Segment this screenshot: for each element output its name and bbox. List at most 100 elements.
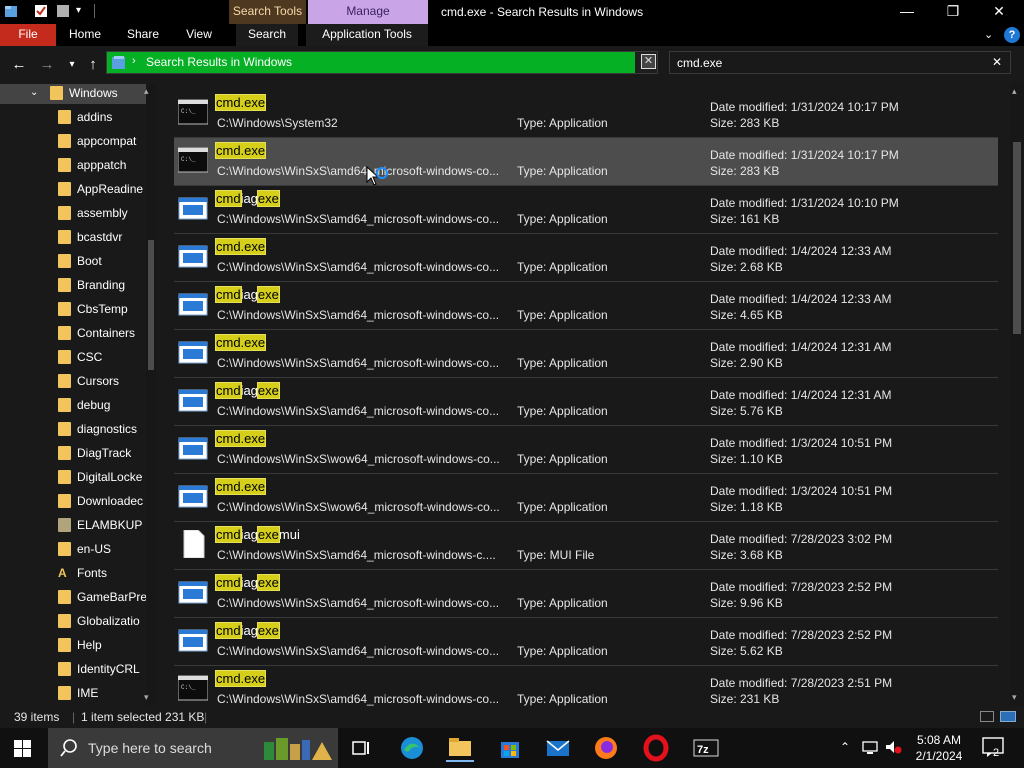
up-button[interactable]: ↑ <box>84 56 102 74</box>
result-row[interactable]: cmdiagexe C:\Windows\WinSxS\amd64_microso… <box>174 618 998 666</box>
result-name[interactable]: cmd.exe <box>214 94 267 111</box>
result-row[interactable]: cmdiagexe C:\Windows\WinSxS\amd64_microso… <box>174 186 998 234</box>
result-name[interactable]: cmdiagexe <box>215 190 280 207</box>
nav-item-windows[interactable]: ⌄ Windows <box>0 84 156 105</box>
edge-browser-icon[interactable] <box>398 734 426 762</box>
stop-search-icon[interactable]: ✕ <box>641 54 656 69</box>
manage-context-tab[interactable]: Manage <box>308 0 428 24</box>
nav-item[interactable]: Downloadec <box>0 489 156 513</box>
result-name[interactable]: cmd.exe <box>214 334 267 351</box>
nav-item[interactable]: apppatch <box>0 153 156 177</box>
tab-application-tools[interactable]: Application Tools <box>306 24 428 46</box>
search-input[interactable]: cmd.exe <box>677 56 722 70</box>
maximize-button[interactable]: ❐ <box>930 0 976 24</box>
taskbar-search-box[interactable]: Type here to search <box>48 728 338 768</box>
results-scrollbar-thumb[interactable] <box>1013 142 1021 334</box>
address-path[interactable]: Search Results in Windows <box>146 55 292 69</box>
back-button[interactable]: ← <box>10 56 28 74</box>
clock-date[interactable]: 2/1/2024 <box>914 749 964 763</box>
result-name[interactable]: cmd.exe <box>214 430 267 447</box>
nav-item[interactable]: Boot <box>0 249 156 273</box>
tab-home[interactable]: Home <box>62 24 108 46</box>
large-icons-view-icon[interactable] <box>1000 711 1016 722</box>
clock-time[interactable]: 5:08 AM <box>914 733 964 747</box>
nav-item[interactable]: GameBarPre <box>0 585 156 609</box>
result-row[interactable]: C:\_ cmd.exe C:\Windows\System32 Type: Appl… <box>174 90 998 138</box>
explorer-icon[interactable] <box>4 4 18 18</box>
mail-icon[interactable] <box>544 734 572 762</box>
result-row[interactable]: C:\_ cmd.exe C:\Windows\WinSxS\amd64_micro… <box>174 666 998 706</box>
nav-item[interactable]: Help <box>0 633 156 657</box>
new-folder-icon[interactable] <box>56 4 70 18</box>
nav-item[interactable]: addins <box>0 105 156 129</box>
nav-item[interactable]: Branding <box>0 273 156 297</box>
nav-item[interactable]: AppReadine <box>0 177 156 201</box>
collapse-chevron-icon[interactable]: ⌄ <box>30 87 38 98</box>
result-row[interactable]: cmdiagexe C:\Windows\WinSxS\amd64_microso… <box>174 378 998 426</box>
nav-item[interactable]: IME <box>0 681 156 705</box>
result-row[interactable]: cmdiagexemui C:\Windows\WinSxS\amd64_micr… <box>174 522 998 570</box>
tab-search[interactable]: Search <box>236 24 298 46</box>
nav-item[interactable]: CbsTemp <box>0 297 156 321</box>
result-row[interactable]: cmd.exe C:\Windows\WinSxS\wow64_microsoft… <box>174 426 998 474</box>
nav-item[interactable]: IdentityCRL <box>0 657 156 681</box>
result-name[interactable]: cmd.exe <box>214 670 267 687</box>
nav-item[interactable]: ELAMBKUP <box>0 513 156 537</box>
nav-scroll-up-icon[interactable]: ▴ <box>144 86 149 97</box>
tab-view[interactable]: View <box>178 24 220 46</box>
breadcrumb-chevron-icon[interactable]: › <box>132 55 136 67</box>
nav-item[interactable]: DigitalLocke <box>0 465 156 489</box>
result-name[interactable]: cmdiagexe <box>215 286 280 303</box>
nav-item[interactable]: assembly <box>0 201 156 225</box>
microsoft-store-icon[interactable] <box>496 734 524 762</box>
minimize-button[interactable]: — <box>884 0 930 24</box>
properties-icon[interactable] <box>34 4 48 18</box>
nav-item[interactable]: bcastdvr <box>0 225 156 249</box>
nav-item[interactable]: CSC <box>0 345 156 369</box>
task-view-icon[interactable] <box>348 734 376 762</box>
address-bar[interactable]: › Search Results in Windows ✕ <box>106 51 658 74</box>
nav-item[interactable]: en-US <box>0 537 156 561</box>
nav-item[interactable]: DiagTrack <box>0 441 156 465</box>
opera-icon[interactable] <box>642 734 670 762</box>
nav-scrollbar-thumb[interactable] <box>148 240 154 370</box>
details-view-icon[interactable] <box>980 711 994 722</box>
nav-item[interactable]: A Fonts <box>0 561 156 585</box>
expand-ribbon-icon[interactable]: ⌄ <box>984 28 993 41</box>
result-name[interactable]: cmdiagexemui <box>215 526 300 543</box>
taskbar-search-placeholder[interactable]: Type here to search <box>88 740 212 756</box>
search-highlights-icon[interactable] <box>264 734 336 762</box>
nav-item[interactable]: Containers <box>0 321 156 345</box>
nav-item[interactable]: Cursors <box>0 369 156 393</box>
results-scroll-down-icon[interactable]: ▾ <box>1012 692 1017 703</box>
tab-share[interactable]: Share <box>120 24 166 46</box>
result-name[interactable]: cmdiagexe <box>215 574 280 591</box>
clear-search-icon[interactable]: ✕ <box>992 55 1002 69</box>
file-explorer-icon[interactable] <box>446 734 474 762</box>
7zip-icon[interactable]: 7z <box>692 734 720 762</box>
result-name[interactable]: cmd.exe <box>214 142 267 159</box>
result-name[interactable]: cmd.exe <box>214 238 267 255</box>
nav-item[interactable]: debug <box>0 393 156 417</box>
search-tools-context-tab[interactable]: Search Tools <box>229 0 306 24</box>
help-icon[interactable]: ? <box>1004 27 1020 43</box>
notifications-icon[interactable]: 2 <box>982 736 1008 761</box>
nav-item[interactable]: diagnostics <box>0 417 156 441</box>
forward-button[interactable]: → <box>38 56 56 74</box>
result-row[interactable]: cmd.exe C:\Windows\WinSxS\amd64_microsoft… <box>174 234 998 282</box>
result-row[interactable]: cmdiagexe C:\Windows\WinSxS\amd64_microso… <box>174 570 998 618</box>
nav-scrollbar[interactable] <box>146 84 156 706</box>
tab-file[interactable]: File <box>0 24 56 46</box>
result-row[interactable]: cmd.exe C:\Windows\WinSxS\wow64_microsoft… <box>174 474 998 522</box>
recent-locations-button[interactable]: ▾ <box>63 56 81 74</box>
result-name[interactable]: cmdiagexe <box>215 622 280 639</box>
search-box[interactable]: cmd.exe ✕ <box>669 51 1011 74</box>
volume-muted-icon[interactable] <box>884 739 902 758</box>
result-row[interactable]: cmd.exe C:\Windows\WinSxS\amd64_microsoft… <box>174 330 998 378</box>
start-windows-icon[interactable] <box>14 740 31 757</box>
close-button[interactable]: ✕ <box>976 0 1022 24</box>
nav-item[interactable]: appcompat <box>0 129 156 153</box>
nav-item[interactable]: Globalizatio <box>0 609 156 633</box>
results-scroll-up-icon[interactable]: ▴ <box>1012 86 1017 97</box>
network-icon[interactable] <box>862 739 878 758</box>
